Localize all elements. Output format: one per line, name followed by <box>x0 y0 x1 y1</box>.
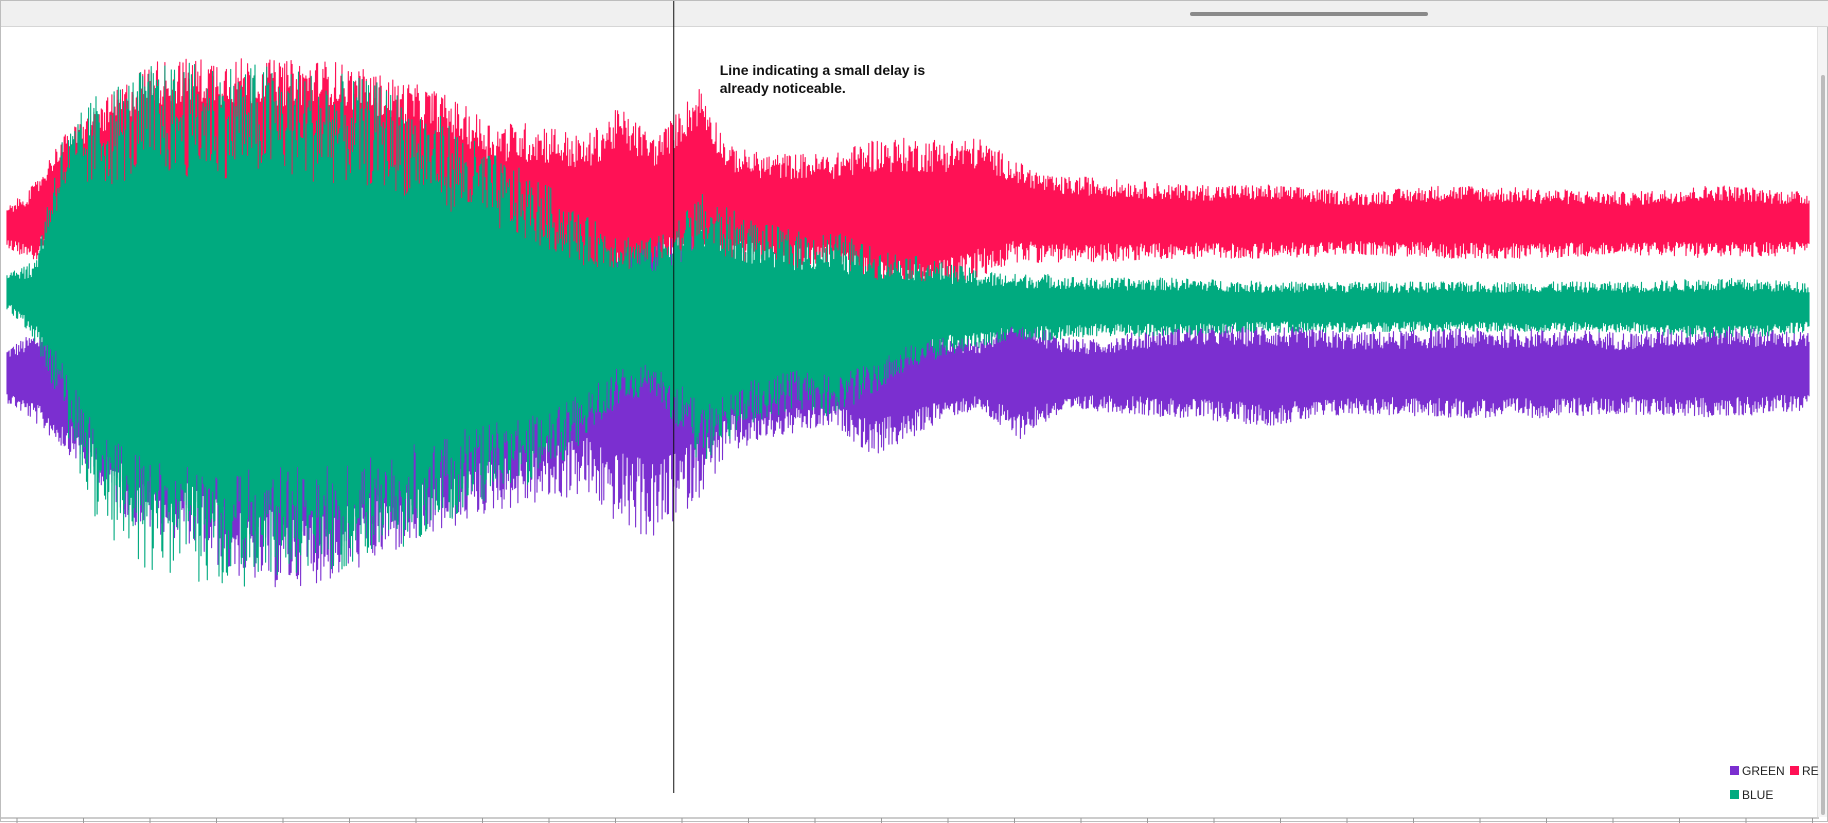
annotation-text-line-1: Line indicating a small delay is <box>720 62 926 78</box>
series-blue-waveform <box>6 62 1810 587</box>
annotation-text-line-2: already noticeable. <box>720 80 846 96</box>
legend-label-re: RE <box>1802 764 1819 778</box>
legend-swatch-blue <box>1730 790 1739 799</box>
series-layer <box>6 58 1810 588</box>
legend-swatch-green <box>1730 766 1739 775</box>
waveform-chart: Line indicating a small delay is already… <box>1 1 1819 823</box>
legend-swatch-re <box>1790 766 1799 775</box>
legend: GREEN RE BLUE <box>1730 764 1819 802</box>
legend-label-blue: BLUE <box>1742 788 1773 802</box>
legend-label-green: GREEN <box>1742 764 1785 778</box>
chart-window: Line indicating a small delay is already… <box>0 0 1828 823</box>
x-axis <box>1 817 1819 823</box>
